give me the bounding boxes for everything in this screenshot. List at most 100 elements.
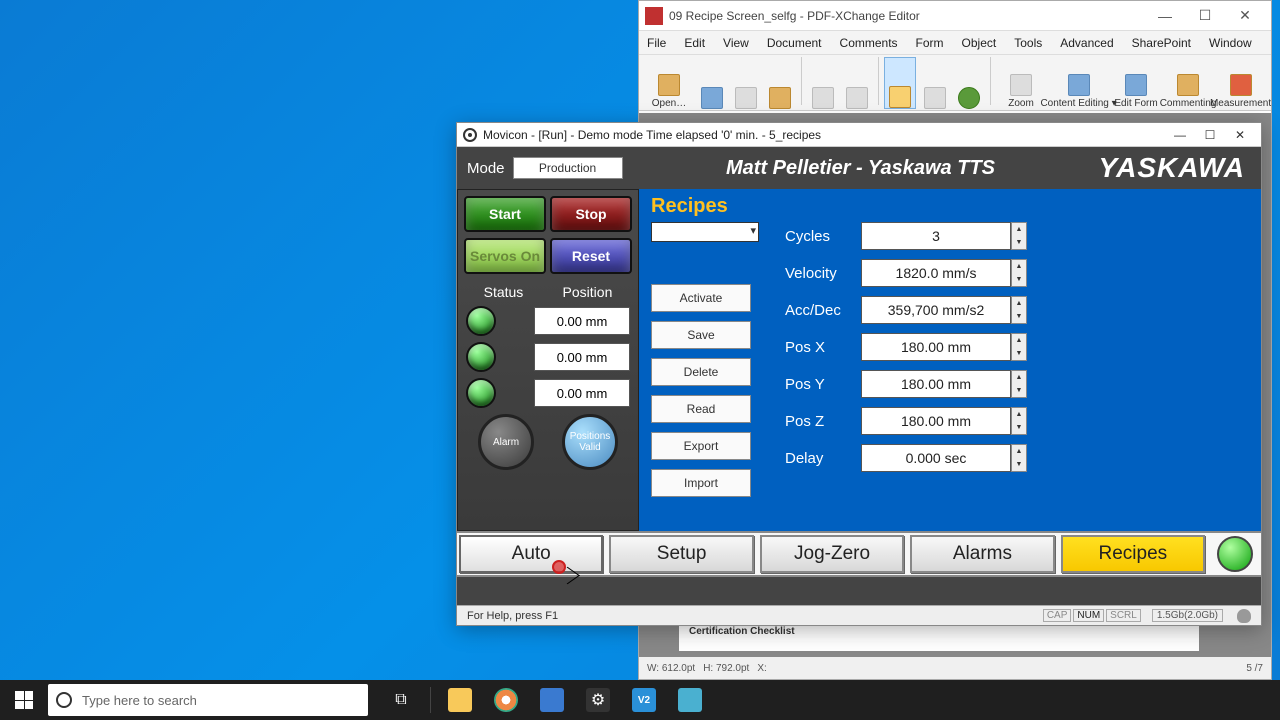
pdf-menu-view[interactable]: View — [723, 36, 749, 50]
pdf-menubar: File Edit View Document Comments Form Ob… — [639, 31, 1271, 55]
windows-taskbar: Type here to search ⧉ ⚙ V2 — [0, 680, 1280, 720]
run-indicator-light — [1217, 536, 1253, 572]
delay-label: Delay — [785, 450, 861, 467]
reset-button[interactable]: Reset — [550, 238, 632, 274]
delay-value[interactable]: 0.000 sec — [861, 444, 1011, 472]
pdf-menu-advanced[interactable]: Advanced — [1060, 36, 1113, 50]
pdf-menu-tools[interactable]: Tools — [1014, 36, 1042, 50]
velocity-spinner[interactable]: ▲▼ — [1011, 259, 1027, 287]
num-indicator: NUM — [1073, 609, 1104, 622]
pdf-open-button[interactable]: Open… — [645, 57, 693, 109]
positions-valid-indicator[interactable]: Positions Valid — [562, 414, 618, 470]
pdf-menu-comments[interactable]: Comments — [840, 36, 898, 50]
start-button-win[interactable] — [0, 680, 48, 720]
pdf-dim-x: X: — [757, 663, 766, 674]
mode-label: Mode — [467, 160, 505, 177]
pdf-menu-window[interactable]: Window — [1209, 36, 1252, 50]
pdf-menu-file[interactable]: File — [647, 36, 666, 50]
start-button[interactable]: Start — [464, 196, 546, 232]
hmi-minimize-button[interactable]: — — [1165, 128, 1195, 142]
tab-jogzero[interactable]: Jog-Zero — [760, 535, 904, 573]
task-view-icon[interactable]: ⧉ — [386, 685, 416, 715]
header-title: Matt Pelletier - Yaskawa TTS — [623, 157, 1099, 180]
pdf-save-icon[interactable] — [697, 57, 727, 109]
taskbar-search[interactable]: Type here to search — [48, 684, 368, 716]
delete-button[interactable]: Delete — [651, 358, 751, 386]
control-panel: Start Stop Servos On Reset Status Positi… — [457, 189, 639, 531]
servos-on-button[interactable]: Servos On — [464, 238, 546, 274]
posx-value[interactable]: 180.00 mm — [861, 333, 1011, 361]
pdf-content-editing-button[interactable]: Content Editing ▾ — [1049, 57, 1108, 109]
tab-alarms[interactable]: Alarms — [910, 535, 1054, 573]
posy-value[interactable]: 180.00 mm — [861, 370, 1011, 398]
tab-setup[interactable]: Setup — [609, 535, 753, 573]
status-led-x — [466, 306, 496, 336]
pdf-email-icon[interactable] — [765, 57, 795, 109]
status-header: Status — [484, 284, 524, 300]
taskbar-app-vnc[interactable]: V2 — [629, 685, 659, 715]
yaskawa-logo: YASKAWA — [1099, 152, 1246, 184]
taskbar-app-movicon[interactable] — [537, 685, 567, 715]
mode-value[interactable]: Production — [513, 157, 623, 179]
position-x: 0.00 mm — [534, 307, 630, 335]
tab-auto[interactable]: Auto — [459, 535, 603, 573]
movicon-window: Movicon - [Run] - Demo mode Time elapsed… — [456, 122, 1262, 626]
alarm-indicator[interactable]: Alarm — [478, 414, 534, 470]
movicon-app-icon — [463, 128, 477, 142]
pdf-menu-object[interactable]: Object — [962, 36, 997, 50]
recipe-select[interactable] — [651, 222, 759, 242]
cap-indicator: CAP — [1043, 609, 1072, 622]
hmi-close-button[interactable]: ✕ — [1225, 128, 1255, 142]
export-button[interactable]: Export — [651, 432, 751, 460]
pdf-hand-tool-icon[interactable] — [884, 57, 916, 109]
hmi-maximize-button[interactable]: ☐ — [1195, 128, 1225, 142]
pdf-menu-sharepoint[interactable]: SharePoint — [1132, 36, 1191, 50]
posx-spinner[interactable]: ▲▼ — [1011, 333, 1027, 361]
position-header: Position — [563, 284, 613, 300]
save-button[interactable]: Save — [651, 321, 751, 349]
pdf-dim-h: H: 792.0pt — [703, 663, 749, 674]
posz-value[interactable]: 180.00 mm — [861, 407, 1011, 435]
activate-button[interactable]: Activate — [651, 284, 751, 312]
stop-button[interactable]: Stop — [550, 196, 632, 232]
cycles-value[interactable]: 3 — [861, 222, 1011, 250]
taskbar-app-explorer[interactable] — [445, 685, 475, 715]
pdf-commenting-button[interactable]: Commenting — [1164, 57, 1212, 109]
accdec-spinner[interactable]: ▲▼ — [1011, 296, 1027, 324]
taskbar-app-settings[interactable]: ⚙ — [583, 685, 613, 715]
nav-tabs: Auto Setup Jog-Zero Alarms Recipes — [457, 531, 1261, 577]
posx-label: Pos X — [785, 339, 861, 356]
pdf-maximize-button[interactable]: ☐ — [1185, 2, 1225, 30]
pdf-close-button[interactable]: ✕ — [1225, 2, 1265, 30]
pdf-edit-form-button[interactable]: Edit Form — [1112, 57, 1160, 109]
posy-spinner[interactable]: ▲▼ — [1011, 370, 1027, 398]
pdf-zoom-button[interactable]: Zoom — [997, 57, 1045, 109]
posz-spinner[interactable]: ▲▼ — [1011, 407, 1027, 435]
pdf-print-icon[interactable] — [731, 57, 761, 109]
posz-label: Pos Z — [785, 413, 861, 430]
pdf-redo-icon[interactable] — [842, 57, 872, 109]
import-button[interactable]: Import — [651, 469, 751, 497]
pdf-menu-edit[interactable]: Edit — [684, 36, 705, 50]
pdf-minimize-button[interactable]: — — [1145, 2, 1185, 30]
read-button[interactable]: Read — [651, 395, 751, 423]
pdf-menu-document[interactable]: Document — [767, 36, 822, 50]
pdf-undo-icon[interactable] — [808, 57, 838, 109]
pdf-snapshot-icon[interactable] — [954, 57, 984, 109]
accdec-value[interactable]: 359,700 mm/s2 — [861, 296, 1011, 324]
hmi-header: Mode Production Matt Pelletier - Yaskawa… — [457, 147, 1261, 189]
taskbar-app-camera[interactable] — [675, 685, 705, 715]
pdf-select-tool-icon[interactable] — [920, 57, 950, 109]
pdf-measurement-button[interactable]: Measurement — [1216, 57, 1265, 109]
user-icon[interactable] — [1237, 609, 1251, 623]
velocity-value[interactable]: 1820.0 mm/s — [861, 259, 1011, 287]
taskbar-app-chrome[interactable] — [491, 685, 521, 715]
pdf-titlebar: 09 Recipe Screen_selfg - PDF-XChange Edi… — [639, 1, 1271, 31]
pdf-statusbar: W: 612.0pt H: 792.0pt X: 5 /7 — [639, 657, 1271, 679]
pdf-menu-form[interactable]: Form — [916, 36, 944, 50]
tab-recipes[interactable]: Recipes — [1061, 535, 1205, 573]
cycles-spinner[interactable]: ▲▼ — [1011, 222, 1027, 250]
delay-spinner[interactable]: ▲▼ — [1011, 444, 1027, 472]
status-led-y — [466, 342, 496, 372]
pdf-title: 09 Recipe Screen_selfg - PDF-XChange Edi… — [669, 9, 1145, 23]
